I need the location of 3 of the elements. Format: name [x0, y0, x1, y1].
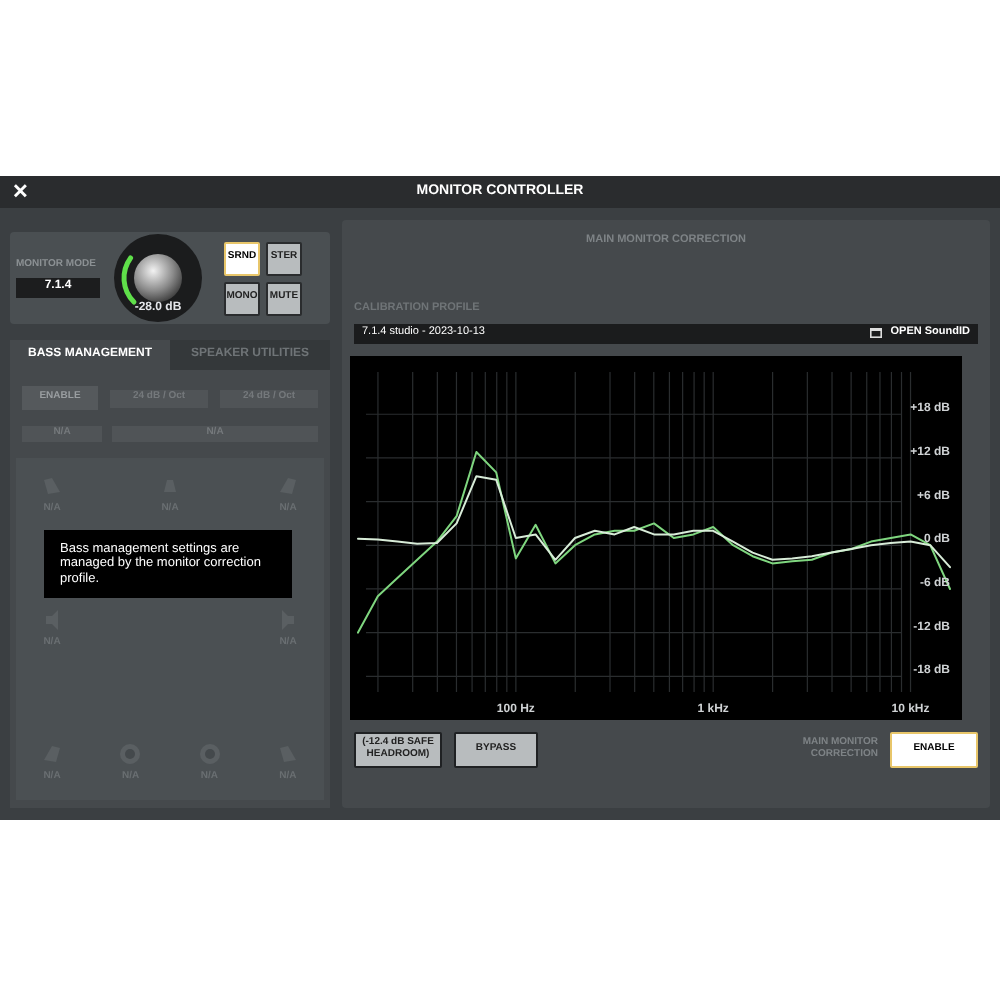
close-button[interactable]: ✕ [12, 177, 28, 207]
window-icon [870, 328, 883, 338]
volume-knob[interactable] [112, 232, 204, 324]
